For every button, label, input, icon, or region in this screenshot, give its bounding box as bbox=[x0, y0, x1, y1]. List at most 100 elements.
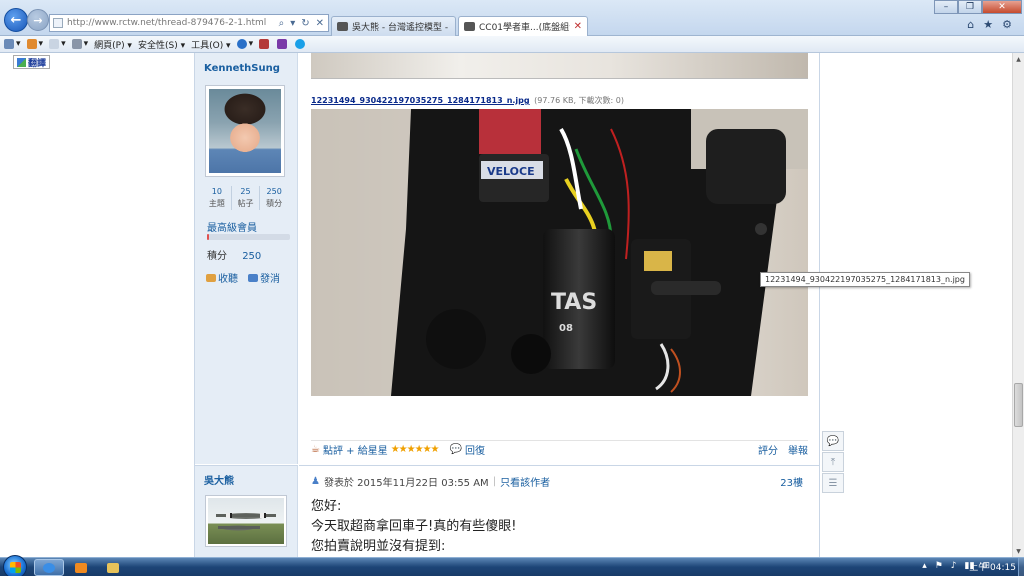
avatar[interactable] bbox=[205, 495, 287, 547]
window-controls: – ❐ ✕ bbox=[934, 0, 1022, 14]
refresh-icon[interactable]: ↻ bbox=[301, 18, 309, 29]
research-icon bbox=[259, 39, 270, 49]
start-button[interactable] bbox=[3, 555, 27, 576]
member-rank[interactable]: 最高級會員 bbox=[207, 219, 257, 234]
moderation-actions: 評分 舉報 bbox=[758, 442, 808, 457]
cmd-page-menu[interactable]: 網頁(P) ▾ bbox=[94, 38, 132, 51]
back-button[interactable]: ← bbox=[4, 8, 28, 32]
cmd-mail[interactable]: ▾ bbox=[49, 39, 66, 49]
points-label: 積分 bbox=[207, 251, 227, 262]
only-author-link[interactable]: 只看該作者 bbox=[500, 474, 550, 489]
volume-icon[interactable]: ♪ bbox=[951, 561, 957, 571]
show-desktop-button[interactable] bbox=[1018, 558, 1024, 576]
quick-reply-button[interactable]: 💬 bbox=[822, 431, 844, 451]
favorites-icon[interactable]: ★ bbox=[983, 18, 993, 31]
avatar[interactable] bbox=[205, 85, 285, 177]
author-online-icon: ♟ bbox=[311, 476, 320, 487]
tab-rctw-forum[interactable]: 吳大熊 - 台灣遙控模型 - RC T... bbox=[331, 16, 456, 36]
floor-number[interactable]: 23樓 bbox=[780, 474, 803, 489]
rank-progress-fill bbox=[207, 234, 209, 240]
cmd-print[interactable]: ▾ bbox=[71, 39, 88, 49]
taskbar-ie[interactable] bbox=[34, 559, 64, 576]
cmd-safety-menu[interactable]: 安全性(S) ▾ bbox=[138, 38, 185, 51]
floating-tools: 💬 ⤒ ☰ bbox=[822, 431, 846, 494]
author-name[interactable]: KennethSung bbox=[204, 63, 280, 74]
scroll-thumb[interactable] bbox=[1014, 383, 1023, 427]
svg-text:08: 08 bbox=[559, 323, 573, 334]
stat-posts[interactable]: 25 帖子 bbox=[232, 186, 261, 210]
tools-gear-icon[interactable]: ⚙ bbox=[1002, 18, 1012, 31]
minimize-button[interactable]: – bbox=[934, 0, 958, 14]
star-rating[interactable]: ★★★★★★ bbox=[391, 444, 440, 455]
post-line: 您好: bbox=[311, 499, 342, 514]
feeds-icon bbox=[26, 39, 37, 49]
address-url[interactable]: http://www.rctw.net/thread-879476-2-1.ht… bbox=[67, 18, 275, 28]
taskbar-media-player[interactable] bbox=[66, 559, 96, 576]
cmd-help[interactable]: ▾ bbox=[236, 39, 253, 49]
post-body: 您好: 今天取超商拿回車子!真的有些傻眼! 您拍賣說明並沒有提到: bbox=[311, 497, 516, 557]
meta-separator: | bbox=[492, 476, 497, 487]
cmd-translate[interactable] bbox=[277, 39, 289, 49]
stat-threads[interactable]: 10 主題 bbox=[203, 186, 232, 210]
maximize-button[interactable]: ❐ bbox=[958, 0, 982, 14]
coffee-cup-icon: ☕ bbox=[311, 444, 320, 455]
translate-button[interactable]: 翻譯 bbox=[13, 55, 51, 69]
print-icon bbox=[71, 39, 82, 49]
skype-icon bbox=[295, 39, 306, 49]
follow-link[interactable]: 收聽 bbox=[206, 270, 238, 285]
list-view-button[interactable]: ☰ bbox=[822, 473, 844, 493]
action-center-icon[interactable]: ⚑ bbox=[935, 561, 943, 571]
reply-link[interactable]: 回復 bbox=[465, 442, 485, 457]
tab-cc01-thread[interactable]: CC01學者車...(底盤組合險... ✕ bbox=[458, 16, 588, 36]
report-link[interactable]: 舉報 bbox=[788, 442, 808, 457]
taskbar: ▴ ⚑ ♪ ▮▮ ⊞ 上午 04:15 bbox=[0, 555, 1024, 576]
scroll-up-icon[interactable]: ▲ bbox=[1013, 53, 1024, 65]
stat-points[interactable]: 250 積分 bbox=[260, 186, 288, 210]
post-action-row: ☕ 點評 + 給星星 ★★★★★★ 💬 回復 評分 舉報 bbox=[311, 440, 808, 458]
close-window-button[interactable]: ✕ bbox=[982, 0, 1022, 14]
address-bar[interactable]: http://www.rctw.net/thread-879476-2-1.ht… bbox=[49, 14, 329, 32]
rank-progress-bar bbox=[207, 234, 290, 240]
search-icon[interactable]: ⌕ bbox=[279, 18, 285, 29]
mail-icon bbox=[49, 39, 60, 49]
home-icon[interactable]: ⌂ bbox=[967, 18, 974, 31]
rate-link[interactable]: 點評 + 給星星 bbox=[323, 442, 388, 457]
post-timestamp: 發表於 2015年11月22日 03:55 AM bbox=[323, 478, 489, 489]
stop-icon[interactable]: ✕ bbox=[316, 18, 324, 29]
post-line: 您拍賣說明並沒有提到: bbox=[311, 539, 446, 554]
message-link[interactable]: 發消 bbox=[248, 270, 280, 285]
scroll-down-icon[interactable]: ▼ bbox=[1013, 545, 1024, 557]
points-value: 250 bbox=[242, 251, 262, 262]
tray-expand-icon[interactable]: ▴ bbox=[922, 561, 927, 571]
attachment-link[interactable]: 12231494_930422197035275_1284171813_n.jp… bbox=[311, 96, 530, 105]
back-to-top-button[interactable]: ⤒ bbox=[822, 452, 844, 472]
browser-right-icons: ⌂ ★ ⚙ bbox=[967, 18, 1012, 31]
cmd-tools-menu[interactable]: 工具(O) ▾ bbox=[191, 38, 231, 51]
forward-button[interactable]: → bbox=[27, 9, 49, 31]
tab-close-icon[interactable]: ✕ bbox=[574, 21, 582, 32]
browser-titlebar: ← → http://www.rctw.net/thread-879476-2-… bbox=[0, 0, 1024, 36]
taskbar-clock[interactable]: 上午 04:15 bbox=[969, 560, 1016, 573]
image-tooltip: 12231494_930422197035275_1284171813_n.jp… bbox=[760, 272, 970, 287]
reply-icon: 💬 bbox=[449, 444, 462, 455]
score-link[interactable]: 評分 bbox=[758, 442, 778, 457]
previous-photo[interactable] bbox=[311, 53, 808, 79]
cmd-feeds[interactable]: ▾ bbox=[26, 39, 43, 49]
cmd-skype[interactable] bbox=[295, 39, 307, 49]
dropdown-icon[interactable]: ▾ bbox=[290, 18, 295, 29]
baby-photo bbox=[209, 89, 281, 173]
translate-icon bbox=[277, 39, 288, 49]
attachment-photo[interactable]: VELOCE TAS 08 bbox=[311, 109, 808, 396]
rate-actions: ☕ 點評 + 給星星 ★★★★★★ 💬 回復 bbox=[311, 442, 758, 457]
car-favicon-icon bbox=[464, 22, 475, 31]
post2-header: ♟ 發表於 2015年11月22日 03:55 AM | 只看該作者 23樓 bbox=[299, 465, 820, 489]
cmd-home[interactable]: ▾ bbox=[4, 39, 21, 49]
taskbar-explorer[interactable] bbox=[98, 559, 128, 576]
post-content: 12231494_930422197035275_1284171813_n.jp… bbox=[299, 53, 820, 557]
forum-thread: KennethSung 10 主題 25 帖子 250 積分 最高級會員 積分 250… bbox=[194, 53, 820, 557]
vertical-scrollbar[interactable]: ▲ ▼ bbox=[1012, 53, 1024, 557]
ie-icon bbox=[43, 562, 55, 573]
author-name[interactable]: 吳大熊 bbox=[204, 472, 234, 487]
cmd-research[interactable] bbox=[259, 39, 271, 49]
post-line: 今天取超商拿回車子!真的有些傻眼! bbox=[311, 519, 517, 534]
